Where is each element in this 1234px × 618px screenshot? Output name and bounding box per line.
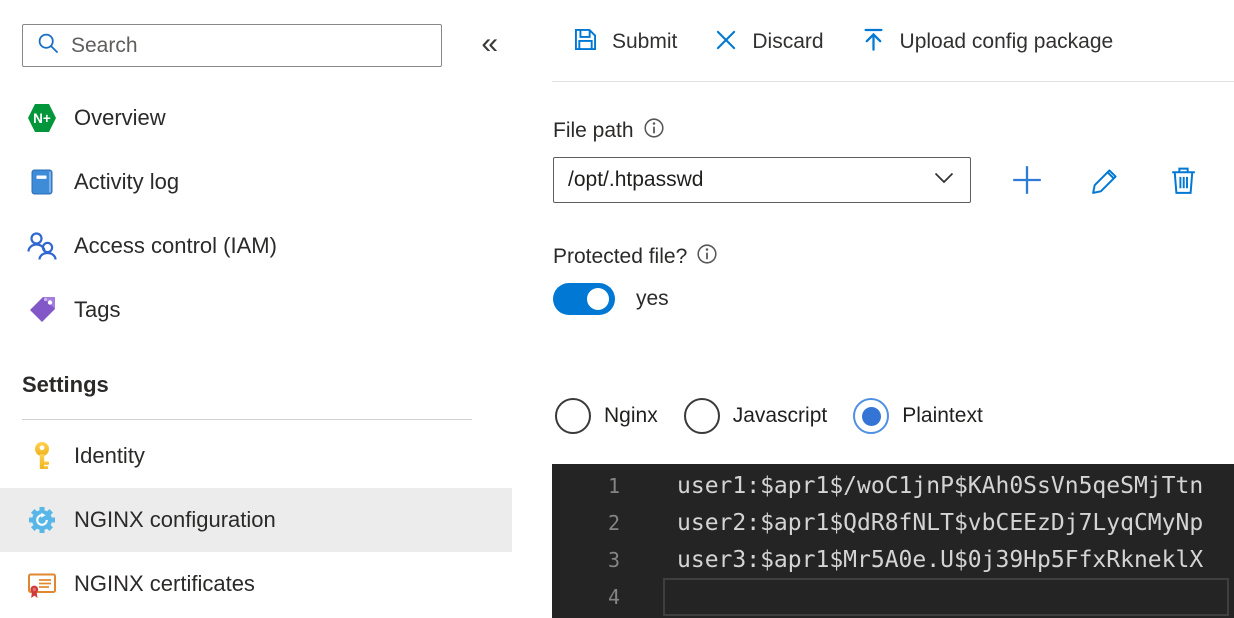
toggle-knob [587,288,609,310]
sidebar-item-label: NGINX configuration [74,507,276,532]
nginx-configuration-page: « N+ Overview Activity log Access contro… [0,0,1234,618]
sidebar-nav: N+ Overview Activity log Access control … [0,86,512,342]
line-number: 1 [607,474,620,498]
editor-line: 2 user2:$apr1$QdR8fNLT$vbCEEzDj7LyqCMyNp [552,505,1234,542]
info-icon[interactable] [643,117,665,145]
sidebar: « N+ Overview Activity log Access contro… [0,0,512,618]
radio-plaintext[interactable]: Plaintext [853,398,983,434]
file-path-dropdown[interactable]: /opt/.htpasswd [553,157,971,203]
toggle-state-label: yes [636,287,669,310]
upload-config-package-button[interactable]: Upload config package [860,26,1113,58]
delete-file-button[interactable] [1165,162,1201,198]
collapse-sidebar-icon[interactable]: « [481,28,498,63]
line-number: 3 [607,548,620,572]
upload-icon [860,26,887,58]
protected-file-toggle-row: yes [553,283,669,315]
editor-line: 1 user1:$apr1$/woC1jnP$KAh0SsVn5qeSMjTtn [552,468,1234,505]
line-text: user3:$apr1$Mr5A0e.U$0j39Hp5FfxRkneklX [677,547,1204,573]
editor-line-current: 4 [552,578,1234,616]
discard-button[interactable]: Discard [713,27,824,58]
sidebar-item-label: Activity log [74,169,180,194]
sidebar-item-nginx-configuration[interactable]: NGINX configuration [0,488,512,552]
syntax-radio-group: Nginx Javascript Plaintext [555,398,983,434]
toolbar: Submit Discard Upload config package [572,26,1113,58]
settings-divider [22,419,472,420]
toolbar-divider [552,81,1234,82]
radio-circle [555,398,591,434]
nginx-plus-logo-icon: N+ [26,102,58,134]
close-icon [713,27,739,58]
certificate-icon [26,568,58,600]
sidebar-item-tags[interactable]: Tags [0,278,512,342]
sidebar-item-overview[interactable]: N+ Overview [0,86,512,150]
sidebar-item-label: Identity [74,443,145,468]
file-path-label: File path [553,117,665,145]
radio-nginx[interactable]: Nginx [555,398,658,434]
radio-circle [853,398,890,434]
protected-file-label: Protected file? [553,243,718,271]
info-icon[interactable] [696,243,718,271]
settings-heading: Settings [22,372,109,397]
save-icon [572,26,599,58]
key-icon [26,440,58,472]
sidebar-item-nginx-certificates[interactable]: NGINX certificates [0,552,512,616]
chevron-down-icon [934,171,954,189]
sidebar-item-label: NGINX certificates [74,571,255,596]
protected-file-toggle[interactable] [553,283,615,315]
submit-button[interactable]: Submit [572,26,677,58]
sidebar-item-activity-log[interactable]: Activity log [0,150,512,214]
search-input[interactable] [71,33,431,58]
code-editor[interactable]: 1 user1:$apr1$/woC1jnP$KAh0SsVn5qeSMjTtn… [552,464,1234,618]
editor-line: 3 user3:$apr1$Mr5A0e.U$0j39Hp5FfxRkneklX [552,542,1234,579]
access-control-icon [26,230,58,262]
gear-icon [26,504,58,536]
search-box[interactable] [22,24,442,67]
radio-javascript[interactable]: Javascript [683,398,827,434]
edit-file-button[interactable] [1087,162,1123,198]
activity-log-icon [26,166,58,198]
sidebar-item-label: Overview [74,105,166,130]
add-file-button[interactable] [1009,162,1045,198]
line-number: 4 [607,585,620,609]
tag-icon [26,294,58,326]
file-path-row: /opt/.htpasswd [553,157,1201,203]
line-text: user2:$apr1$QdR8fNLT$vbCEEzDj7LyqCMyNp [677,510,1204,536]
search-icon [36,31,60,60]
sidebar-item-access-control[interactable]: Access control (IAM) [0,214,512,278]
sidebar-settings-nav: Identity NGINX configuration NGINX certi… [0,424,512,616]
line-text: user1:$apr1$/woC1jnP$KAh0SsVn5qeSMjTtn [677,473,1204,499]
sidebar-item-identity[interactable]: Identity [0,424,512,488]
radio-circle [683,398,720,434]
sidebar-item-label: Access control (IAM) [74,233,277,258]
main-content: Submit Discard Upload config package Fil… [552,0,1234,618]
sidebar-item-label: Tags [74,297,121,322]
line-number: 2 [607,511,620,535]
svg-text:N+: N+ [33,111,51,126]
file-path-value: /opt/.htpasswd [568,168,704,191]
current-line-indicator [663,578,1229,616]
sidebar-search-row: « [22,24,498,67]
